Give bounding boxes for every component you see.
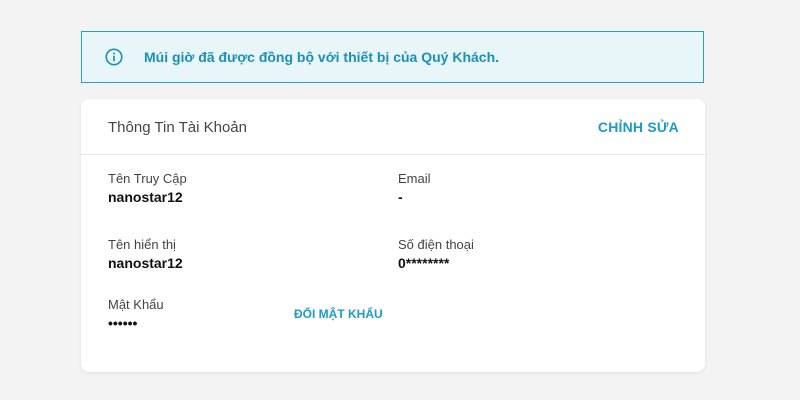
email-field: Email - (398, 171, 431, 206)
password-value: •••••• (108, 315, 138, 331)
username-label: Tên Truy Cập (108, 171, 187, 186)
display-name-field: Tên hiển thị nanostar12 (108, 237, 183, 272)
phone-field: Số điện thoại 0******** (398, 237, 474, 272)
account-info-card: Thông Tin Tài Khoản CHỈNH SỬA Tên Truy C… (81, 99, 705, 372)
email-value: - (398, 189, 403, 205)
password-field: Mật Khẩu •••••• (108, 297, 164, 332)
phone-value: 0******** (398, 255, 450, 271)
email-label: Email (398, 171, 431, 186)
info-icon (105, 48, 123, 66)
display-name-label: Tên hiển thị (108, 237, 176, 252)
edit-button[interactable]: CHỈNH SỬA (598, 119, 679, 135)
page: Múi giờ đã được đồng bộ với thiết bị của… (0, 0, 800, 400)
display-name-value: nanostar12 (108, 255, 183, 271)
password-label: Mật Khẩu (108, 297, 164, 312)
alert-message: Múi giờ đã được đồng bộ với thiết bị của… (144, 49, 500, 65)
username-field: Tên Truy Cập nanostar12 (108, 171, 187, 206)
timezone-sync-alert: Múi giờ đã được đồng bộ với thiết bị của… (81, 31, 704, 83)
card-header: Thông Tin Tài Khoản CHỈNH SỬA (81, 99, 705, 155)
card-title: Thông Tin Tài Khoản (108, 119, 247, 136)
username-value: nanostar12 (108, 189, 183, 205)
phone-label: Số điện thoại (398, 237, 474, 252)
change-password-button[interactable]: ĐỔI MẬT KHẨU (294, 307, 383, 321)
